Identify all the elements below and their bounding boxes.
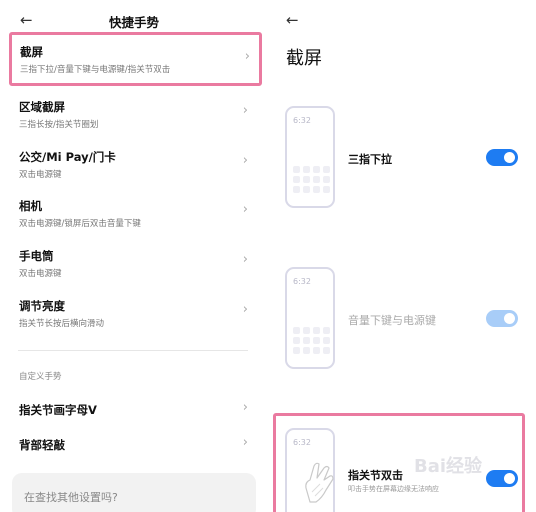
toggle-volume-power[interactable] [486, 310, 518, 327]
app-grid-illustration [293, 327, 331, 354]
list-item-title: 手电筒 [19, 249, 54, 263]
list-item-subtitle: 双击电源键 [19, 170, 62, 180]
list-item-title: 相机 [19, 199, 42, 213]
back-arrow-icon[interactable]: ← [286, 13, 299, 28]
search-placeholder: 在查找其他设置吗? [24, 491, 118, 504]
list-item-title: 背部轻敲 [19, 438, 65, 452]
list-item-subtitle: 双击电源键/锁屏后双击音量下键 [19, 219, 141, 229]
chevron-right-icon: › [242, 153, 248, 168]
phone-preview-illustration: 6:32 [285, 267, 335, 369]
chevron-right-icon: › [242, 103, 248, 118]
gesture-settings-panel: ← 快捷手势 截屏 三指下拉/音量下键与电源键/指关节双击 › 区域截屏 三指长… [0, 0, 264, 512]
search-other-settings-box[interactable]: 在查找其他设置吗? [12, 473, 256, 512]
chevron-right-icon: › [242, 400, 248, 415]
option-label: 三指下拉 [348, 153, 392, 166]
chevron-right-icon: › [242, 252, 248, 267]
list-item-region-screenshot[interactable]: 区域截屏 三指长按/指关节圈划 › [12, 89, 256, 137]
section-divider [18, 350, 248, 351]
phone-preview-time: 6:32 [293, 116, 311, 125]
list-item-camera[interactable]: 相机 双击电源键/锁屏后双击音量下键 › [12, 188, 256, 236]
chevron-right-icon: › [242, 302, 248, 317]
section-label-custom-gestures: 自定义手势 [19, 372, 62, 382]
option-label: 音量下键与电源键 [348, 314, 436, 327]
app-grid-illustration [293, 166, 331, 193]
phone-preview-illustration: 6:32 [285, 106, 335, 208]
toggle-three-finger-swipe[interactable] [486, 149, 518, 166]
chevron-right-icon: › [242, 202, 248, 217]
list-item-brightness[interactable]: 调节亮度 指关节长按后横向滑动 › [12, 288, 256, 336]
highlight-knuckle-option [273, 413, 525, 512]
list-item-title: 区域截屏 [19, 100, 65, 114]
list-item-flashlight[interactable]: 手电筒 双击电源键 › [12, 238, 256, 286]
list-item-title: 调节亮度 [19, 299, 65, 313]
list-item-title: 公交/Mi Pay/门卡 [19, 150, 116, 164]
list-item-transit-card[interactable]: 公交/Mi Pay/门卡 双击电源键 › [12, 139, 256, 187]
list-item-title: 截屏 [20, 45, 43, 59]
list-item-subtitle: 三指长按/指关节圈划 [19, 120, 99, 130]
list-item-subtitle: 三指下拉/音量下键与电源键/指关节双击 [20, 65, 171, 75]
page-title: 截屏 [286, 48, 322, 69]
list-item-screenshot[interactable]: 截屏 三指下拉/音量下键与电源键/指关节双击 › [9, 32, 262, 86]
list-item-subtitle: 双击电源键 [19, 269, 62, 279]
list-item-back-tap[interactable]: 背部轻敲 › [12, 423, 256, 471]
chevron-right-icon: › [242, 435, 248, 450]
list-item-title: 指关节画字母V [19, 403, 97, 417]
list-item-subtitle: 指关节长按后横向滑动 [19, 319, 105, 329]
phone-preview-time: 6:32 [293, 277, 311, 286]
watermark-text: Bai经验 [414, 456, 483, 477]
chevron-right-icon: › [244, 49, 250, 64]
page-title: 快捷手势 [108, 15, 159, 30]
